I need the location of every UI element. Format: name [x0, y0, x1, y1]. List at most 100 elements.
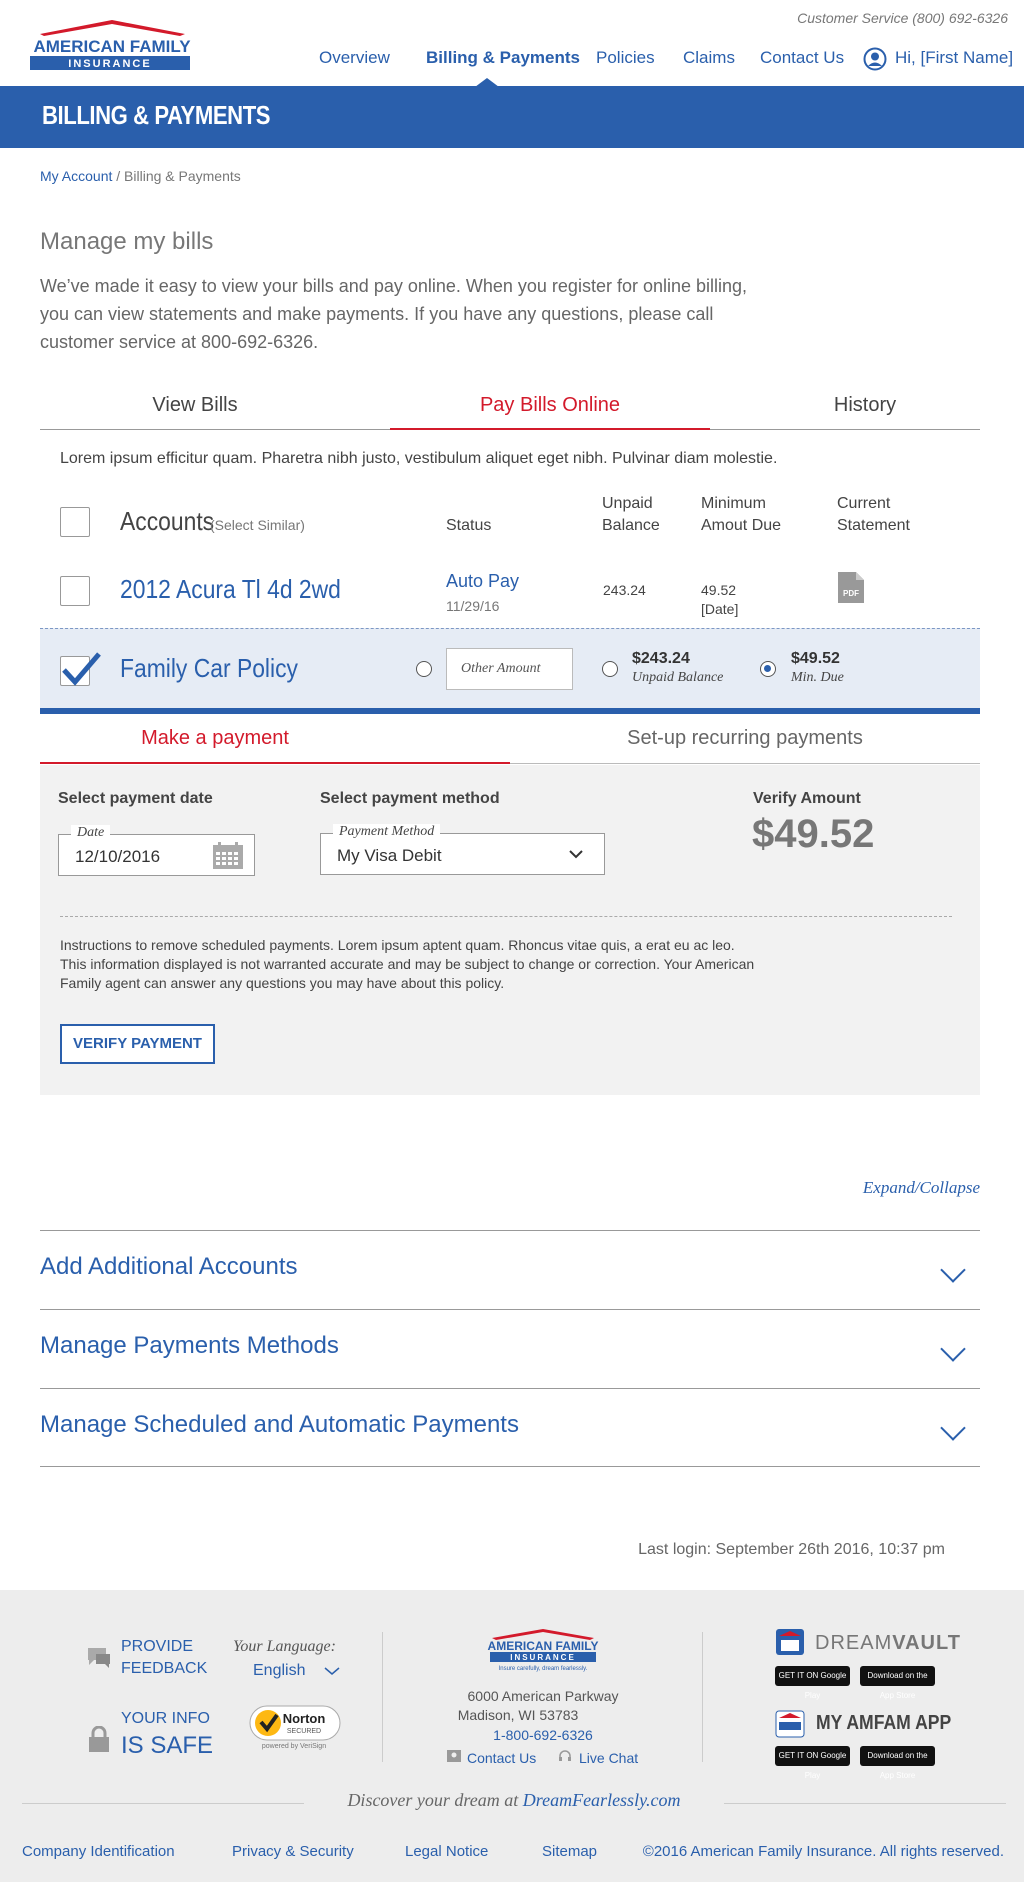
col-statement-1: Current: [837, 495, 891, 512]
app-store-badge[interactable]: Download on the App Store: [860, 1666, 935, 1700]
svg-text:INSURANCE: INSURANCE: [68, 58, 151, 70]
tab-description: Lorem ipsum efficitur quam. Pharetra nib…: [60, 450, 778, 467]
checkmark-icon: [62, 652, 101, 686]
payment-method-label: Select payment method: [320, 790, 500, 807]
google-play-badge[interactable]: GET IT ON Google Play: [775, 1666, 850, 1700]
language-label: Your Language:: [233, 1638, 336, 1655]
section-heading: Manage my bills: [40, 228, 214, 255]
account-name-acura[interactable]: 2012 Acura Tl 4d 2wd: [120, 574, 341, 605]
account-name-family-car[interactable]: Family Car Policy: [120, 653, 298, 684]
tab-history[interactable]: History: [730, 394, 1000, 417]
nav-overview[interactable]: Overview: [319, 48, 390, 68]
footer-phone[interactable]: 1-800-692-6326: [380, 1727, 706, 1743]
tab-view-bills[interactable]: View Bills: [40, 394, 350, 417]
user-icon[interactable]: [863, 47, 887, 71]
col-status: Status: [446, 517, 492, 534]
payment-method-select[interactable]: Payment Method My Visa Debit: [320, 824, 605, 875]
verify-amount-label: Verify Amount: [753, 790, 861, 807]
contact-card-icon: [447, 1750, 461, 1762]
dreamvault-icon[interactable]: [775, 1628, 805, 1656]
discover-prefix: Discover your dream at: [347, 1790, 523, 1810]
verify-payment-button[interactable]: VERIFY PAYMENT: [60, 1024, 215, 1064]
nav-contact-us[interactable]: Contact Us: [760, 48, 844, 68]
app-store-badge-2[interactable]: Download on the App Store: [860, 1746, 935, 1780]
footer-rule-right: [724, 1803, 1006, 1804]
breadcrumb: My Account / Billing & Payments: [40, 168, 241, 184]
site-header: AMERICAN FAMILY INSURANCE Customer Servi…: [0, 0, 1024, 87]
accordion-bottom-border: [40, 1466, 980, 1467]
american-family-logo[interactable]: AMERICAN FAMILY INSURANCE: [30, 20, 195, 72]
nav-claims[interactable]: Claims: [683, 48, 735, 68]
pdf-icon[interactable]: PDF: [838, 572, 864, 603]
last-login: Last login: September 26th 2016, 10:37 p…: [638, 1541, 945, 1558]
link-privacy-security[interactable]: Privacy & Security: [232, 1843, 354, 1860]
dreamvault-word-1: DREAM: [815, 1632, 893, 1654]
link-company-identification[interactable]: Company Identification: [22, 1843, 175, 1860]
customer-service-phone: Customer Service (800) 692-6326: [797, 10, 1008, 26]
tab-pay-bills-online[interactable]: Pay Bills Online: [390, 394, 710, 417]
radio-min-due[interactable]: [760, 661, 776, 677]
language-select[interactable]: English: [253, 1662, 305, 1680]
col-unpaid-1: Unpaid: [602, 495, 653, 512]
expand-collapse-link[interactable]: Expand/Collapse: [863, 1178, 980, 1198]
accordion-payment-methods[interactable]: Manage Payments Methods: [40, 1309, 980, 1388]
min-due: 49.52: [701, 582, 737, 598]
chevron-down-icon[interactable]: [324, 1666, 340, 1676]
norton-secured-badge[interactable]: Norton SECURED powered by VeriSign: [248, 1704, 342, 1750]
active-payment-tab-underline: [40, 762, 510, 764]
breadcrumb-current: Billing & Payments: [124, 168, 241, 184]
accordion-add-accounts[interactable]: Add Additional Accounts: [40, 1230, 980, 1309]
row-checkbox-acura[interactable]: [60, 576, 90, 606]
col-unpaid-2: Balance: [602, 517, 660, 534]
col-min-due-2: Amout Due: [701, 517, 782, 534]
status-autopay[interactable]: Auto Pay: [446, 571, 519, 592]
svg-text:PDF: PDF: [843, 589, 859, 598]
nav-policies[interactable]: Policies: [596, 48, 655, 68]
status-date: 11/29/16: [446, 598, 500, 614]
google-play-badge-2[interactable]: GET IT ON Google Play: [775, 1746, 850, 1780]
select-all-checkbox[interactable]: [60, 507, 90, 537]
feedback-line1[interactable]: PROVIDE: [121, 1638, 193, 1656]
radio-other-amount[interactable]: [416, 661, 432, 677]
amfam-app-title[interactable]: MY AMFAM APP: [816, 1712, 951, 1735]
date-field[interactable]: Date 12/10/2016: [58, 825, 255, 876]
dreamfearlessly-link[interactable]: DreamFearlessly.com: [523, 1790, 681, 1810]
nav-billing-payments[interactable]: Billing & Payments: [426, 48, 580, 68]
date-legend: Date: [71, 825, 111, 841]
chevron-down-icon: [940, 1415, 966, 1441]
feedback-line2[interactable]: FEEDBACK: [121, 1660, 207, 1678]
copyright: ©2016 American Family Insurance. All rig…: [642, 1843, 1004, 1860]
footer-rule-left: [22, 1803, 304, 1804]
accordion-scheduled-payments[interactable]: Manage Scheduled and Automatic Payments: [40, 1388, 980, 1467]
amfam-app-icon[interactable]: [775, 1710, 805, 1738]
calendar-icon[interactable]: [213, 842, 243, 869]
svg-text:INSURANCE: INSURANCE: [510, 1653, 576, 1662]
link-legal-notice[interactable]: Legal Notice: [405, 1843, 488, 1860]
unpaid-balance-label: Unpaid Balance: [632, 670, 724, 685]
chevron-down-icon: [940, 1257, 966, 1283]
american-family-footer-logo[interactable]: AMERICAN FAMILY INSURANCE Insure careful…: [486, 1628, 600, 1672]
user-greeting[interactable]: Hi, [First Name]: [895, 48, 1013, 68]
info-safe-line2: IS SAFE: [121, 1732, 214, 1759]
svg-text:Insure carefully, dream fearle: Insure carefully, dream fearlessly.: [499, 1666, 588, 1672]
tab-recurring-payments[interactable]: Set-up recurring payments: [510, 727, 980, 750]
svg-text:SECURED: SECURED: [287, 1728, 321, 1735]
footer-live-chat[interactable]: Live Chat: [579, 1750, 638, 1766]
discover-tagline: Discover your dream at DreamFearlessly.c…: [304, 1790, 724, 1811]
radio-unpaid-balance[interactable]: [602, 661, 618, 677]
footer-contact-us[interactable]: Contact Us: [467, 1750, 536, 1766]
feedback-icon[interactable]: [86, 1646, 112, 1670]
dreamvault-title[interactable]: DREAMVAULT: [815, 1632, 961, 1655]
svg-text:powered by VeriSign: powered by VeriSign: [262, 1743, 326, 1750]
page-banner: BILLING & PAYMENTS: [0, 86, 1024, 148]
address-line1: 6000 American Parkway: [467, 1688, 619, 1704]
select-similar-link[interactable]: (Select Similar): [210, 517, 305, 533]
tab-make-payment[interactable]: Make a payment: [40, 727, 390, 750]
svg-text:AMERICAN FAMILY: AMERICAN FAMILY: [488, 1639, 599, 1653]
other-amount-input[interactable]: Other Amount: [446, 648, 573, 690]
accordion-title: Manage Payments Methods: [40, 1332, 339, 1359]
breadcrumb-my-account[interactable]: My Account: [40, 168, 112, 184]
svg-text:Norton: Norton: [283, 1711, 326, 1726]
link-sitemap[interactable]: Sitemap: [542, 1843, 597, 1860]
col-min-due-1: Minimum: [701, 495, 766, 512]
